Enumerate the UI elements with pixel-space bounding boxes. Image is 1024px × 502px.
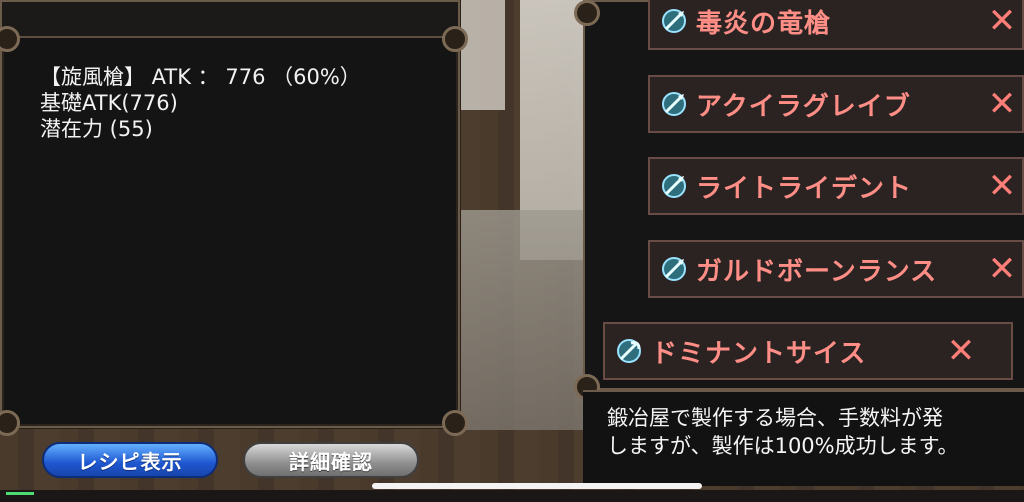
- recipe-button[interactable]: レシピ表示: [42, 442, 218, 478]
- material-item[interactable]: ライトライデント ✕: [648, 157, 1024, 215]
- weapon-stats: 【旋風槍】 ATK ： 776 （60%） 基礎ATK(776) 潜在力 (55…: [40, 64, 361, 142]
- remove-button[interactable]: ✕: [982, 1, 1022, 41]
- background-paper: [455, 210, 585, 430]
- material-name: ガルドボーンランス: [696, 256, 938, 287]
- material-item[interactable]: ドミナントサイス ✕: [603, 322, 1013, 380]
- spear-weapon-icon: [660, 7, 688, 35]
- spear-weapon-icon: [660, 255, 688, 283]
- stat-atk-line: 【旋風槍】 ATK ： 776 （60%）: [40, 65, 361, 89]
- ornament-icon: [442, 410, 468, 436]
- description-box: 鍛冶屋で製作する場合、手数料が発 しますが、製作は100%成功します。: [583, 390, 1024, 486]
- panel-header-bar: [2, 2, 458, 38]
- scythe-weapon-icon: [615, 337, 643, 365]
- remove-button[interactable]: ✕: [982, 249, 1022, 289]
- material-item[interactable]: 毒炎の竜槍 ✕: [648, 0, 1024, 50]
- progress-glow: [6, 492, 34, 495]
- material-name: ライトライデント: [696, 173, 913, 204]
- detail-button[interactable]: 詳細確認: [243, 442, 419, 478]
- bottom-strip: [0, 490, 1024, 502]
- material-name: 毒炎の竜槍: [696, 8, 832, 39]
- material-item[interactable]: アクイラグレイブ ✕: [648, 75, 1024, 133]
- spear-weapon-icon: [660, 172, 688, 200]
- stat-base-atk: 基礎ATK(776): [40, 91, 178, 115]
- material-name: ドミナントサイス: [651, 338, 867, 369]
- stats-panel: 【旋風槍】 ATK ： 776 （60%） 基礎ATK(776) 潜在力 (55…: [0, 0, 460, 428]
- remove-button[interactable]: ✕: [982, 84, 1022, 124]
- description-line: しますが、製作は100%成功します。: [607, 434, 959, 458]
- ornament-icon: [442, 26, 468, 52]
- remove-button[interactable]: ✕: [982, 166, 1022, 206]
- spear-weapon-icon: [660, 90, 688, 118]
- ornament-icon: [574, 0, 600, 26]
- description-line: 鍛冶屋で製作する場合、手数料が発: [607, 406, 943, 430]
- remove-button[interactable]: ✕: [941, 331, 981, 371]
- material-name: アクイラグレイブ: [696, 91, 911, 122]
- home-indicator[interactable]: [372, 483, 702, 489]
- stat-potential: 潜在力 (55): [40, 117, 153, 141]
- background-paper: [460, 0, 505, 110]
- material-item[interactable]: ガルドボーンランス ✕: [648, 240, 1024, 298]
